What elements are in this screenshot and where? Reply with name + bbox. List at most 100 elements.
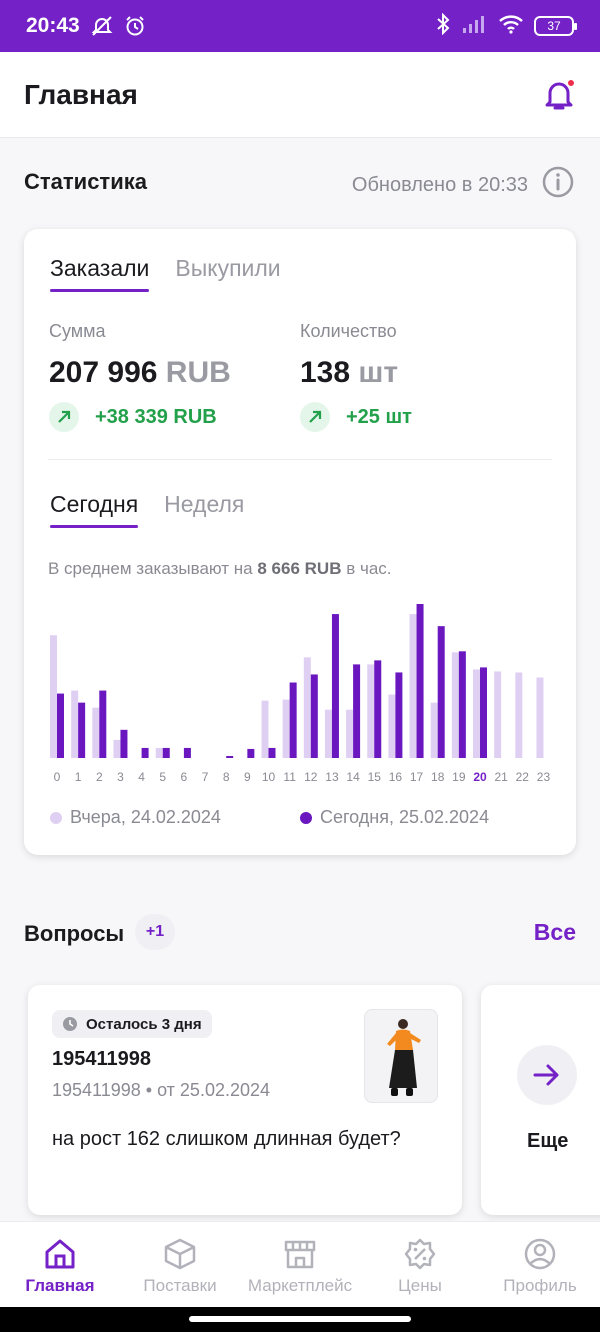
bar-yesterday-21	[494, 671, 502, 758]
count-delta: +25 шт	[300, 402, 412, 432]
average-text: В среднем заказывают на 8 666 RUB в час.	[48, 559, 392, 578]
bar-yesterday-15	[367, 664, 375, 758]
tick-label-13: 13	[325, 770, 339, 784]
arrow-right-icon	[533, 1064, 559, 1086]
trend-up-icon	[49, 402, 79, 432]
tick-label-21: 21	[494, 770, 508, 784]
bluetooth-icon	[434, 12, 452, 40]
status-bar: 20:43 37	[0, 0, 600, 52]
signal-icon	[462, 14, 488, 39]
sum-metric: Сумма 207 996 RUB +38 339 RUB	[49, 321, 231, 432]
bar-today-1	[78, 702, 86, 758]
tab-week[interactable]: Неделя	[164, 491, 244, 528]
tick-label-11: 11	[283, 770, 296, 784]
system-home-bar	[0, 1307, 600, 1332]
metric-tabs: Заказали Выкупили	[50, 255, 281, 292]
bar-yesterday-5	[155, 747, 163, 758]
tick-label-8: 8	[223, 770, 230, 784]
legend-dot-today	[300, 811, 312, 824]
discount-icon	[404, 1238, 436, 1270]
sum-value: 207 996 RUB	[49, 356, 231, 389]
clock-icon	[63, 1017, 77, 1031]
bar-yesterday-12	[303, 657, 311, 758]
remaining-time-badge: Осталось 3 дня	[52, 1010, 212, 1038]
info-icon[interactable]	[542, 166, 574, 204]
bar-today-11	[289, 682, 297, 758]
bar-today-9	[247, 748, 255, 758]
bar-today-0	[57, 693, 64, 758]
bar-today-6	[183, 747, 191, 758]
tick-label-18: 18	[431, 770, 445, 784]
bar-today-20	[480, 667, 487, 758]
legend-yesterday: Вчера, 24.02.2024	[50, 807, 221, 828]
nav-prices[interactable]: Цены	[360, 1222, 480, 1307]
nav-marketplace[interactable]: Маркетплейс	[240, 1222, 360, 1307]
tick-label-10: 10	[262, 770, 276, 784]
bar-today-12	[310, 674, 318, 758]
bar-yesterday-14	[346, 709, 354, 758]
alarm-icon	[124, 15, 146, 37]
bar-today-16	[395, 672, 403, 758]
bar-today-4	[141, 747, 149, 758]
tick-label-7: 7	[202, 770, 209, 784]
bar-yesterday-16	[388, 694, 396, 758]
product-thumbnail	[364, 1009, 438, 1103]
bottom-navigation: Главная Поставки Маркетплейс Цены Профил…	[0, 1221, 600, 1307]
tab-purchased[interactable]: Выкупили	[175, 255, 280, 292]
bar-today-17	[416, 604, 424, 758]
nav-supplies[interactable]: Поставки	[120, 1222, 240, 1307]
bar-yesterday-11	[282, 699, 290, 758]
questions-title: Вопросы	[24, 921, 125, 946]
tick-label-2: 2	[96, 770, 103, 784]
more-button[interactable]	[517, 1045, 577, 1105]
tick-label-3: 3	[117, 770, 124, 784]
bar-yesterday-22	[515, 672, 523, 758]
bar-today-18	[437, 626, 445, 758]
tick-label-22: 22	[516, 770, 530, 784]
tick-label-6: 6	[181, 770, 188, 784]
bar-yesterday-19	[451, 652, 459, 758]
question-card[interactable]: Осталось 3 дня 195411998 195411998 • от …	[28, 985, 462, 1215]
mute-icon	[90, 15, 114, 37]
tick-label-12: 12	[304, 770, 318, 784]
tab-today[interactable]: Сегодня	[50, 491, 139, 528]
tick-label-14: 14	[346, 770, 360, 784]
more-questions-card[interactable]: Еще	[481, 985, 600, 1215]
count-value: 138 шт	[300, 356, 399, 389]
box-icon	[164, 1238, 196, 1270]
statistics-card: Заказали Выкупили Сумма 207 996 RUB +38 …	[24, 229, 576, 855]
nav-profile[interactable]: Профиль	[480, 1222, 600, 1307]
bar-today-3	[120, 729, 128, 758]
nav-home[interactable]: Главная	[0, 1222, 120, 1307]
count-label: Количество	[300, 321, 397, 341]
legend-dot-yesterday	[50, 811, 62, 824]
tick-label-1: 1	[75, 770, 82, 784]
all-questions-link[interactable]: Все	[534, 919, 576, 946]
tick-label-5: 5	[159, 770, 166, 784]
home-icon	[45, 1239, 75, 1269]
tick-label-0: 0	[54, 770, 61, 784]
hourly-orders-chart: 0 1 2 3 4 5 6 7 8 9 10 11 12 13 14 15 16 17 18 19 20 21 22 23	[50, 604, 551, 784]
statistics-title: Статистика	[24, 169, 147, 194]
store-icon	[284, 1240, 316, 1269]
bar-today-10	[268, 747, 276, 758]
tick-label-15: 15	[368, 770, 382, 784]
bar-yesterday-20	[473, 669, 480, 758]
battery-indicator: 37	[534, 16, 577, 36]
bar-yesterday-10	[261, 700, 269, 758]
question-text: на рост 162 слишком длинная будет?	[52, 1128, 401, 1150]
tick-label-20: 20	[473, 770, 487, 784]
notifications-button[interactable]	[544, 77, 576, 112]
tick-label-23: 23	[537, 770, 551, 784]
bar-yesterday-1	[71, 690, 79, 758]
more-label: Еще	[527, 1130, 569, 1152]
tab-ordered[interactable]: Заказали	[50, 255, 150, 292]
count-metric: Количество 138 шт +25 шт	[300, 321, 412, 432]
page-title: Главная	[24, 78, 138, 110]
app-header: Главная	[0, 52, 600, 138]
notification-dot	[566, 77, 576, 88]
bar-yesterday-23	[536, 677, 544, 758]
bar-yesterday-3	[113, 739, 121, 758]
tick-label-4: 4	[138, 770, 145, 784]
tick-label-16: 16	[389, 770, 403, 784]
